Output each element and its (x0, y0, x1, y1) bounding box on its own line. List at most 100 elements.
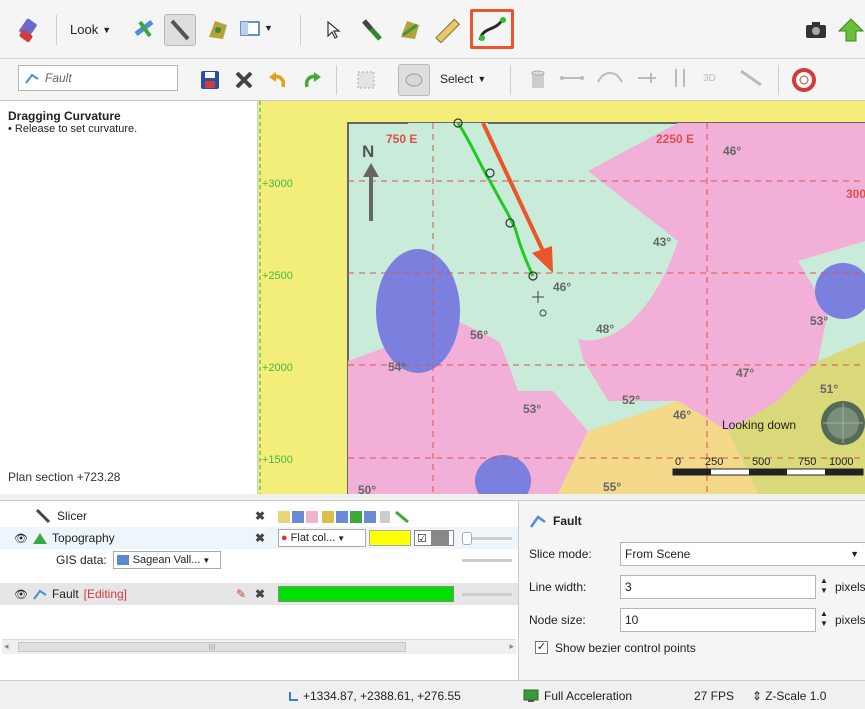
fault-icon (33, 589, 47, 600)
northing-3000: +3000 (262, 178, 293, 190)
mode-title: Dragging Curvature (8, 109, 121, 123)
properties-title: Fault (553, 514, 582, 528)
bezier-label: Show bezier control points (555, 641, 696, 655)
split-icon[interactable] (670, 67, 690, 89)
cancel-icon[interactable] (228, 64, 260, 96)
pointer-icon[interactable] (318, 14, 350, 46)
draw-line-tool-icon[interactable] (164, 14, 196, 46)
node-size-unit: pixels (835, 613, 865, 627)
save-icon[interactable] (194, 64, 226, 96)
scroll-thumb[interactable]: III (18, 642, 406, 652)
zscale-control[interactable]: ⇕ Z-Scale 1.0 (752, 689, 826, 703)
zscale-text: Z-Scale 1.0 (765, 689, 827, 703)
slice-tool-icon[interactable] (356, 14, 388, 46)
opacity-slider[interactable] (462, 532, 512, 545)
dip-label: 46° (723, 144, 741, 158)
fps-counter: 27 FPS (694, 689, 735, 703)
layout-dropdown[interactable]: ▼ (240, 20, 273, 36)
horizontal-scrollbar[interactable]: ◂ III ▸ (2, 639, 516, 654)
chevron-down-icon: ▼ (102, 24, 112, 35)
eraser-icon[interactable] (14, 14, 46, 46)
node-size-stepper-icon[interactable]: ▲ ▼ (820, 609, 828, 629)
dip-label: 46° (553, 280, 571, 294)
remove-icon[interactable]: ✖ (255, 509, 265, 523)
cylinder-icon[interactable] (522, 64, 554, 96)
ruler-icon[interactable] (432, 14, 464, 46)
line-width-input[interactable]: 3 (620, 575, 816, 599)
acceleration-text: Full Acceleration (544, 689, 633, 703)
tree-label: Fault (51, 587, 79, 601)
axis-icon (289, 692, 298, 701)
look-dropdown[interactable]: Look ▼ (70, 22, 111, 37)
gis-slider[interactable] (462, 559, 512, 562)
topography-color-swatch[interactable] (369, 530, 411, 546)
plan-section-label: Plan section +723.28 (8, 470, 121, 484)
3d-icon[interactable]: 3D (700, 67, 726, 89)
scale-tick-label: 500 (752, 456, 770, 468)
gis-data-dropdown[interactable]: Sagean Vall... ▼ (112, 551, 221, 569)
redo-icon[interactable] (296, 64, 328, 96)
cut-line-icon[interactable] (738, 67, 764, 89)
tree-row-fault[interactable]: 👁 Fault [Editing] ✎ ✖ (0, 583, 518, 605)
node-size-input[interactable]: 10 (620, 608, 816, 632)
fault-icon (25, 73, 39, 84)
line-nodes-icon[interactable] (558, 72, 586, 84)
topography-icon (32, 533, 47, 544)
scroll-right-icon[interactable]: ▸ (509, 641, 514, 652)
tree-row-topography[interactable]: 👁 Topography ✖ ● Flat col... ▼ ☑ (0, 527, 518, 549)
add-node-icon[interactable] (636, 71, 662, 85)
select-lasso-icon[interactable] (398, 64, 430, 96)
image-icon (116, 555, 129, 565)
chevron-down-icon: ▼ (264, 23, 273, 33)
upload-icon[interactable] (835, 14, 865, 46)
slice-mode-label: Slice mode: (529, 547, 592, 561)
gis-data-label: GIS data: (56, 553, 107, 567)
edit-toolbar: Fault Select ▼ 3D (0, 59, 865, 101)
tree-label: Slicer (57, 509, 88, 523)
scroll-left-icon[interactable]: ◂ (4, 641, 9, 652)
scale-tick-label: 750 (798, 456, 816, 468)
render-mode-dropdown[interactable]: ● Flat col... ▼ (278, 529, 366, 547)
polyline-tool-icon[interactable] (394, 14, 426, 46)
coordinates-text: +1334.87, +2388.61, +276.55 (303, 689, 461, 703)
eye-icon[interactable]: 👁 (14, 588, 28, 601)
help-icon[interactable] (788, 64, 820, 96)
eye-icon[interactable]: 👁 (14, 532, 28, 545)
curve-tool-icon[interactable] (470, 9, 514, 49)
northing-2500: +2500 (262, 270, 293, 282)
arc-icon[interactable] (596, 70, 624, 84)
bezier-checkbox[interactable]: ✓ (535, 641, 548, 654)
monitor-icon (523, 689, 539, 702)
coordinates-readout: +1334.87, +2388.61, +276.55 (288, 689, 461, 703)
undo-icon[interactable] (262, 64, 294, 96)
node-size-label: Node size: (529, 613, 586, 627)
surface-tool-icon[interactable] (202, 14, 234, 46)
tree-row-slicer[interactable]: Slicer ✖ (0, 505, 518, 527)
line-width-stepper-icon[interactable]: ▲ ▼ (820, 576, 828, 596)
looking-down-label: Looking down (722, 418, 796, 432)
select-box-icon[interactable] (350, 64, 382, 96)
editing-badge: [Editing] (83, 587, 128, 601)
dip-label: 54° (388, 360, 406, 374)
remove-icon[interactable]: ✖ (255, 587, 265, 601)
visibility-checkbox[interactable]: ☑ (414, 530, 454, 546)
northing-1500: +1500 (262, 454, 293, 466)
dip-label: 50° (358, 483, 376, 494)
line-width-unit: pixels (835, 580, 865, 594)
select-dropdown[interactable]: Select ▼ (440, 72, 486, 86)
remove-icon[interactable]: ✖ (255, 531, 265, 545)
acceleration-status: Full Acceleration (523, 689, 632, 703)
chevron-down-icon: ▼ (202, 555, 211, 565)
map-canvas[interactable]: 750 E 2250 E 300 +3000 +2500 +2000 +1500… (258, 101, 865, 494)
dip-label: 53° (523, 402, 541, 416)
northing-2000: +2000 (262, 362, 293, 374)
fault-color-swatch[interactable] (278, 586, 454, 602)
camera-icon[interactable] (800, 14, 832, 46)
edit-icon[interactable]: ✎ (236, 587, 246, 601)
scene-view[interactable]: 750 E 2250 E 300 +3000 +2500 +2000 +1500… (258, 101, 865, 494)
fault-slider[interactable] (462, 593, 512, 596)
swap-tool-icon[interactable] (130, 14, 162, 46)
fault-name-field[interactable]: Fault (18, 65, 178, 91)
instruction-panel: Dragging Curvature • Release to set curv… (0, 101, 258, 494)
slice-mode-select[interactable]: From Scene ▼ (620, 542, 865, 566)
